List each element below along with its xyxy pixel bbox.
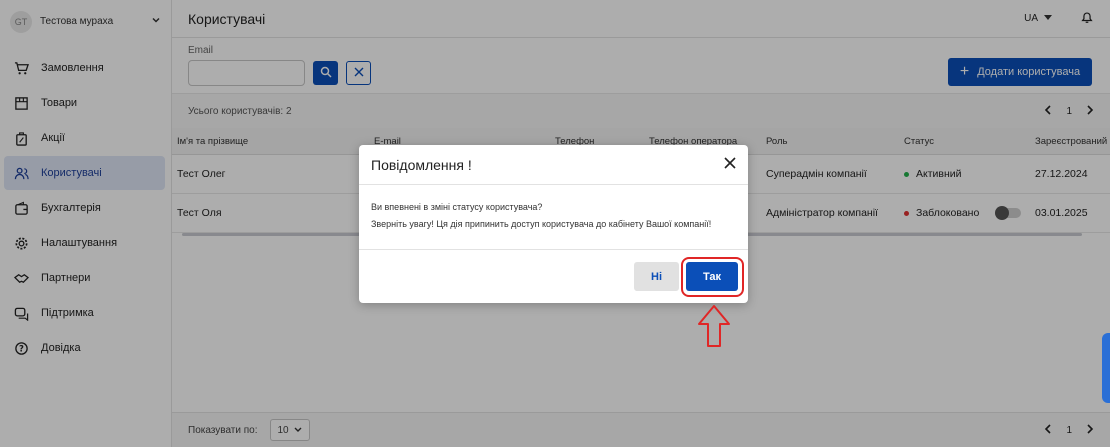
no-button[interactable]: Ні [634,262,679,291]
dialog-body: Ви впевнені в зміні статусу користувача?… [359,185,748,250]
dialog-question: Ви впевнені в зміні статусу користувача? [371,202,543,212]
side-widget-tab[interactable] [1102,333,1110,403]
dialog-header: Повідомлення ! [359,145,748,185]
dialog-warning: Зверніть увагу! Ця дія припинить доступ … [371,219,712,229]
confirm-dialog: Повідомлення ! Ви впевнені в зміні стату… [359,145,748,303]
dialog-footer: Ні Так [359,250,748,303]
yes-button[interactable]: Так [686,262,738,291]
arrow-up-icon [696,304,732,351]
dialog-title: Повідомлення ! [371,156,472,173]
close-icon[interactable] [724,156,736,174]
